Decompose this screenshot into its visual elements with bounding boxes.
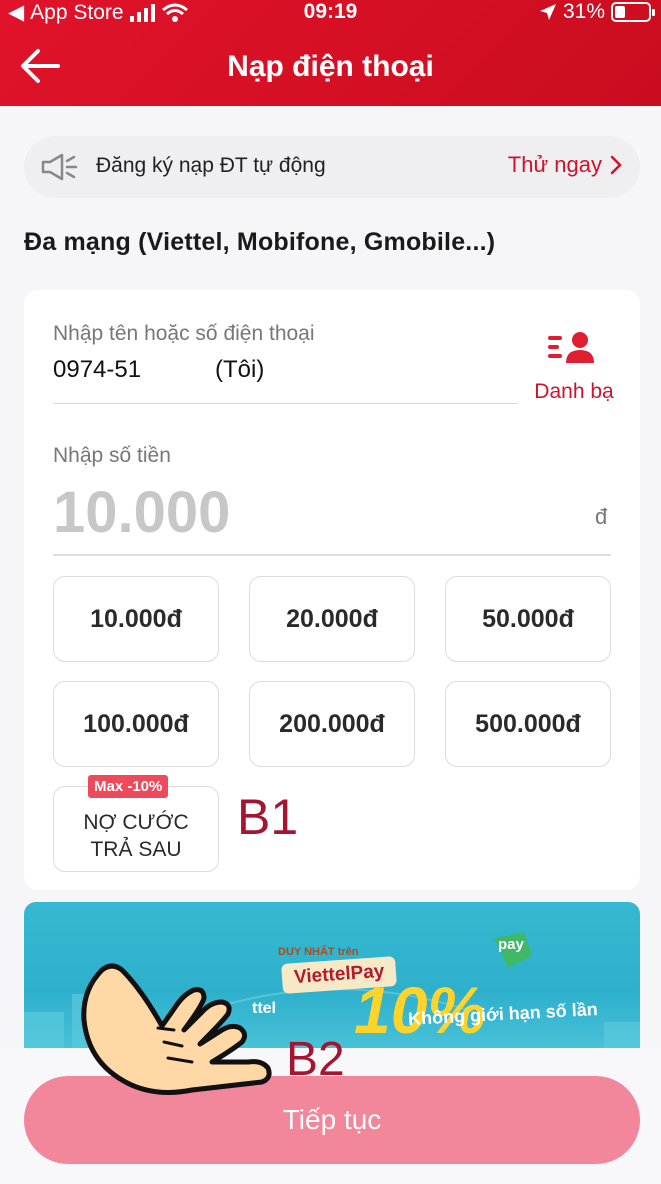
step-annotation-b1: B1 — [237, 789, 299, 845]
contacts-icon — [548, 332, 594, 363]
battery-percent: 31% — [562, 0, 605, 23]
phone-underline — [53, 403, 518, 404]
phone-field-label: Nhập tên hoặc số điện thoại — [53, 322, 315, 345]
network-title: Đa mạng (Viettel, Mobifone, Gmobile...) — [24, 228, 496, 256]
auto-topup-banner[interactable]: Đăng ký nạp ĐT tự động Thử ngay — [24, 136, 640, 198]
pointing-hand-icon — [81, 963, 272, 1095]
postpaid-line-1: NỢ CƯỚC — [83, 811, 189, 834]
topup-form-card: Nhập tên hoặc số điện thoại 0974-51 (Tôi… — [24, 290, 640, 890]
app-header: ◀ App Store 09:19 31% Nạp điện thoại — [0, 0, 661, 106]
location-icon — [539, 4, 556, 20]
denomination-10000-button[interactable]: 10.000đ — [53, 576, 219, 662]
postpaid-debt-button[interactable]: Max -10% NỢ CƯỚC TRẢ SAU — [53, 775, 219, 872]
page-title: Nạp điện thoại — [227, 50, 434, 83]
auto-topup-text: Đăng ký nạp ĐT tự động — [96, 154, 326, 177]
contacts-button[interactable]: Danh bạ — [524, 330, 624, 410]
battery-icon — [611, 2, 655, 22]
postpaid-line-2: TRẢ SAU — [90, 838, 182, 861]
banner-tag-small: DUY NHẤT trên — [278, 946, 359, 958]
denomination-500000-button[interactable]: 500.000đ — [445, 681, 611, 767]
phone-number-input[interactable]: 0974-51 — [53, 356, 141, 384]
status-bar: ◀ App Store 09:19 31% — [0, 0, 661, 26]
try-now-label: Thử ngay — [507, 152, 602, 177]
denomination-200000-button[interactable]: 200.000đ — [249, 681, 415, 767]
chevron-right-icon — [610, 155, 622, 175]
postpaid-label: NỢ CƯỚC TRẢ SAU — [54, 809, 218, 863]
discount-badge: Max -10% — [88, 775, 169, 798]
amount-underline — [53, 554, 611, 556]
banner-pay-logo: pay — [498, 936, 524, 953]
status-right: 31% — [539, 0, 655, 24]
amount-field-label: Nhập số tiền — [53, 444, 171, 467]
phone-owner-label: (Tôi) — [215, 356, 265, 383]
step-annotation-b2: B2 — [286, 1033, 345, 1086]
denomination-100000-button[interactable]: 100.000đ — [53, 681, 219, 767]
currency-label: đ — [595, 504, 608, 529]
amount-input[interactable]: 10.000 — [53, 478, 553, 548]
denomination-50000-button[interactable]: 50.000đ — [445, 576, 611, 662]
denomination-20000-button[interactable]: 20.000đ — [249, 576, 415, 662]
contacts-label: Danh bạ — [534, 380, 614, 403]
try-now-link[interactable]: Thử ngay — [508, 152, 622, 178]
megaphone-icon — [41, 153, 78, 181]
